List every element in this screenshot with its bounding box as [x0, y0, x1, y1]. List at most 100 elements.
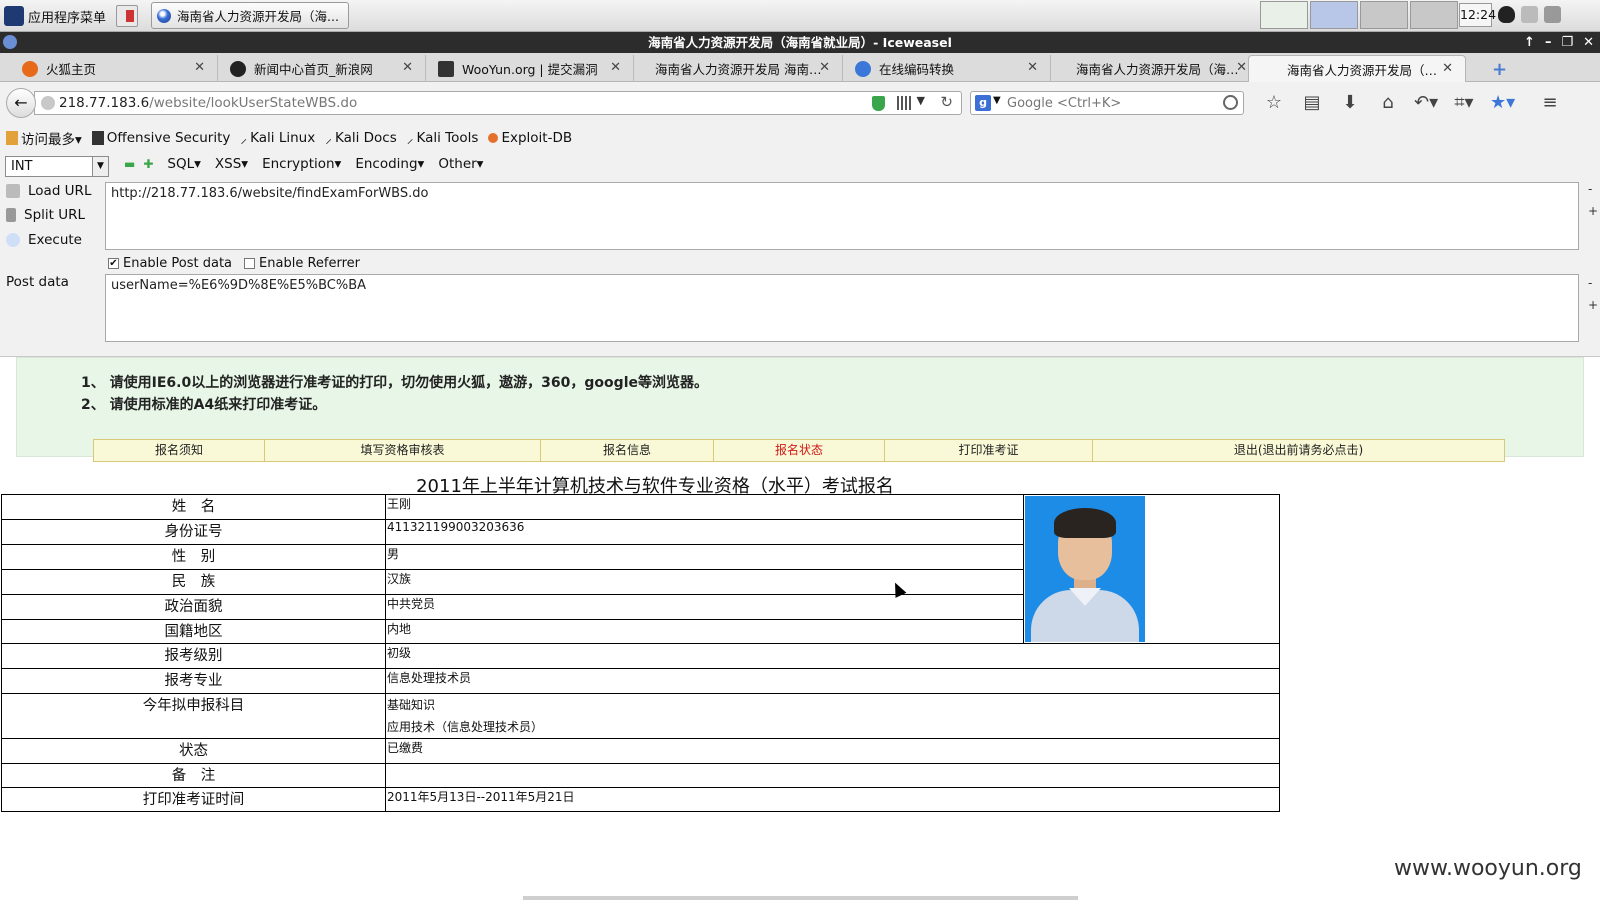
workspace-3[interactable]: [1360, 1, 1408, 29]
menu-icon[interactable]: ≡: [1538, 92, 1562, 113]
table-row: 报考专业 信息处理技术员: [1, 668, 1280, 694]
menu-encryption[interactable]: Encryption▾: [262, 156, 341, 172]
checkbox-unchecked[interactable]: [244, 258, 256, 269]
execute-button[interactable]: Execute: [6, 232, 82, 248]
applications-menu[interactable]: 应用程序菜单: [4, 4, 106, 28]
tab-2[interactable]: 新闻中心首页_新浪网 ✕: [208, 55, 426, 82]
load-url-button[interactable]: Load URL: [6, 183, 91, 199]
maximize-icon[interactable]: ❐: [1561, 32, 1573, 53]
bookmark-kali-docs[interactable]: ⸝ Kali Docs: [325, 129, 397, 147]
bookmark-kali-linux[interactable]: ⸝ Kali Linux: [240, 129, 315, 147]
close-tab-icon[interactable]: ✕: [402, 60, 413, 75]
tab-3[interactable]: WooYun.org | 提交漏洞 ✕: [416, 55, 634, 82]
sina-icon: [230, 61, 246, 77]
menu-xss[interactable]: XSS▾: [215, 156, 248, 172]
checkbox-checked[interactable]: ✔: [108, 258, 119, 269]
reload-icon[interactable]: ↻: [940, 93, 953, 111]
clock[interactable]: 12:24: [1459, 3, 1496, 27]
tab-7-active[interactable]: 海南省人力资源开发局（海… ✕: [1248, 55, 1466, 82]
minimize-icon[interactable]: –: [1545, 32, 1552, 53]
sex-label: 性 别: [1, 544, 386, 570]
new-tab-icon[interactable]: +: [1492, 59, 1507, 80]
close-tab-icon[interactable]: ✕: [194, 60, 205, 75]
url-textarea[interactable]: [105, 182, 1579, 250]
tab-4[interactable]: 海南省人力资源开发局 海南… ✕: [625, 55, 843, 82]
close-tab-icon[interactable]: ✕: [1236, 60, 1247, 75]
bookmark-label: Offensive Security: [106, 130, 231, 146]
qq-icon[interactable]: [1498, 6, 1515, 23]
split-url-button[interactable]: Split URL: [6, 207, 85, 223]
remark-value: [385, 763, 1280, 788]
subject-1: 基础知识: [387, 698, 436, 712]
bookmark-kali-tools[interactable]: ⸝ Kali Tools: [407, 129, 479, 147]
tab-5[interactable]: 在线编码转换 ✕: [833, 55, 1051, 82]
close-tab-icon[interactable]: ✕: [610, 60, 621, 75]
name-value: 王刚: [385, 494, 1024, 520]
taskbar-window-button[interactable]: 海南省人力资源开发局（海...: [151, 2, 349, 29]
bookmark-exploit-db[interactable]: Exploit-DB: [488, 130, 572, 146]
status-label: 状态: [1, 738, 386, 764]
close-icon[interactable]: ✕: [1583, 32, 1594, 53]
menu-encoding[interactable]: Encoding▾: [355, 156, 424, 172]
post-data-textarea[interactable]: [105, 274, 1579, 342]
search-bar[interactable]: g ▼: [970, 91, 1244, 115]
nav-fill-qualification-form[interactable]: 填写资格审核表: [265, 440, 541, 461]
type-select[interactable]: INT ▼: [5, 156, 109, 177]
crop-icon[interactable]: ⌗▾: [1452, 92, 1476, 113]
tab-1[interactable]: 火狐主页 ✕: [0, 55, 218, 82]
search-engine-dropdown-icon[interactable]: ▼: [993, 95, 1001, 106]
logout-icon[interactable]: [116, 5, 138, 27]
shrink-post-icon[interactable]: -: [1588, 276, 1592, 290]
network-icon[interactable]: [1544, 6, 1561, 23]
search-icon[interactable]: [1223, 95, 1238, 110]
close-tab-icon[interactable]: ✕: [1027, 60, 1038, 75]
tab-6[interactable]: 海南省人力资源开发局（海… ✕: [1042, 55, 1260, 82]
nav-logout[interactable]: 退出(退出前请务必点击): [1093, 440, 1504, 461]
keyboard-icon[interactable]: [1521, 6, 1538, 23]
workspace-switcher[interactable]: [1260, 1, 1460, 30]
site-identity-icon[interactable]: [41, 96, 55, 110]
close-tab-icon[interactable]: ✕: [1442, 61, 1453, 76]
undo-icon[interactable]: ↶▾: [1414, 92, 1438, 113]
qr-code-icon[interactable]: [897, 96, 911, 110]
shield-icon[interactable]: [872, 96, 885, 111]
nav-registration-notes[interactable]: 报名须知: [94, 440, 265, 461]
dropdown-arrow-icon[interactable]: ▼: [917, 94, 925, 107]
grow-post-icon[interactable]: +: [1588, 298, 1598, 312]
plus-icon[interactable]: ✚: [143, 157, 153, 171]
menu-sql[interactable]: SQL▾: [167, 156, 201, 172]
enable-post-checkbox[interactable]: ✔ Enable Post data: [108, 256, 232, 271]
notice-line-1: 1、 请使用IE6.0以上的浏览器进行准考证的打印，切勿使用火狐，遨游，360，…: [81, 375, 708, 391]
addon-star-icon[interactable]: ★▾: [1490, 92, 1515, 113]
bookmark-offensive-security[interactable]: Offensive Security: [91, 130, 231, 146]
workspace-4[interactable]: [1410, 1, 1458, 29]
close-tab-icon[interactable]: ✕: [819, 60, 830, 75]
bookmark-most-visited[interactable]: 访问最多▾: [6, 128, 82, 148]
reading-list-icon[interactable]: ▤: [1300, 92, 1324, 113]
shrink-url-icon[interactable]: -: [1588, 182, 1592, 196]
google-icon[interactable]: g: [975, 95, 991, 111]
table-row: 打印准考证时间 2011年5月13日--2011年5月21日: [1, 787, 1280, 812]
nav-registration-info[interactable]: 报名信息: [541, 440, 714, 461]
download-icon[interactable]: ⬇: [1338, 92, 1362, 113]
enable-referrer-checkbox[interactable]: Enable Referrer: [244, 256, 360, 271]
menu-other[interactable]: Other▾: [438, 156, 483, 172]
firefox-icon: [22, 61, 38, 77]
shade-icon[interactable]: ↑: [1524, 32, 1535, 53]
url-bar[interactable]: 218.77.183.6/website/lookUserStateWBS.do…: [34, 91, 962, 115]
workspace-2[interactable]: [1310, 1, 1358, 29]
back-button[interactable]: ←: [6, 88, 36, 118]
url-text[interactable]: 218.77.183.6/website/lookUserStateWBS.do: [59, 95, 357, 111]
window-title: 海南省人力资源开发局（海南省就业局）- Iceweasel: [648, 35, 952, 50]
search-input[interactable]: [1007, 94, 1207, 112]
workspace-1[interactable]: [1260, 1, 1308, 29]
horizontal-scrollbar[interactable]: [523, 896, 1078, 900]
chevron-down-icon[interactable]: ▼: [92, 157, 108, 176]
home-icon[interactable]: ⌂: [1376, 92, 1400, 113]
url-host: 218.77.183.6: [59, 95, 150, 111]
nav-registration-status[interactable]: 报名状态: [714, 440, 885, 461]
minus-icon[interactable]: ▬: [124, 157, 135, 171]
nav-print-admission-ticket[interactable]: 打印准考证: [885, 440, 1093, 461]
bookmark-star-icon[interactable]: ☆: [1262, 92, 1286, 113]
grow-url-icon[interactable]: +: [1588, 204, 1598, 218]
